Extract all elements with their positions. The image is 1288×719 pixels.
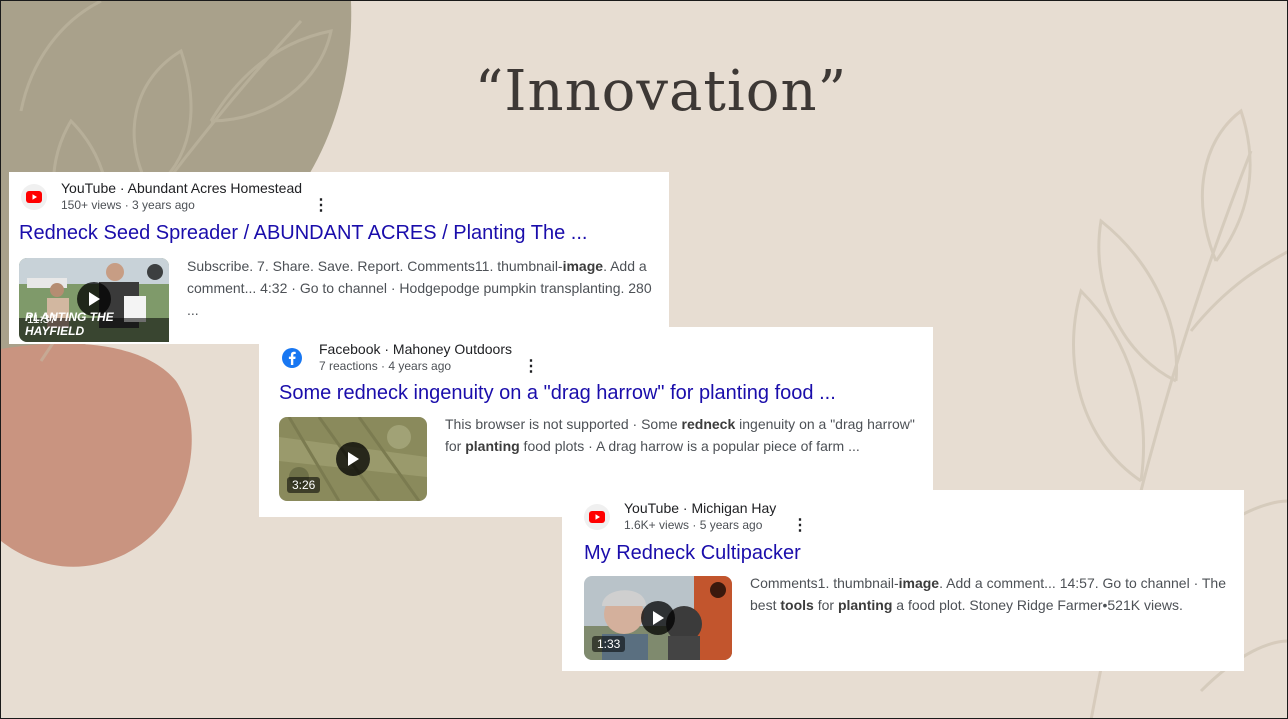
video-duration: 11:37: [27, 312, 57, 326]
more-options-icon[interactable]: ⋮: [792, 518, 808, 534]
result-title-link[interactable]: Some redneck ingenuity on a "drag harrow…: [279, 382, 836, 405]
snippet-text: This browser is not supported · Some: [445, 416, 682, 432]
source-name: YouTube · Michigan Hay: [624, 500, 777, 516]
expand-icon: [147, 264, 163, 280]
snippet-text: Subscribe. 7. Share. Save. Report. Comme…: [187, 258, 563, 274]
snippet-text: for: [813, 597, 838, 613]
snippet-text: food plots · A drag harrow is a popular …: [519, 438, 860, 454]
result-snippet: This browser is not supported · Some red…: [445, 413, 929, 457]
slide: “Innovation” YouTube · Abundant Acres Ho…: [0, 0, 1288, 719]
source-meta: 150+ views · 3 years ago: [61, 198, 195, 212]
result-source[interactable]: YouTube · Michigan Hay 1.6K+ views · 5 y…: [584, 500, 776, 534]
terracotta-blob: [1, 343, 192, 567]
snippet-text: Comments1. thumbnail-: [750, 575, 899, 591]
expand-icon: [710, 582, 726, 598]
result-title-link[interactable]: Redneck Seed Spreader / ABUNDANT ACRES /…: [19, 222, 587, 245]
youtube-icon: [584, 504, 610, 530]
video-thumbnail[interactable]: 1:33: [584, 576, 732, 660]
source-meta: 1.6K+ views · 5 years ago: [624, 518, 763, 532]
search-result-card: YouTube · Michigan Hay 1.6K+ views · 5 y…: [562, 490, 1244, 671]
result-source[interactable]: YouTube · Abundant Acres Homestead 150+ …: [21, 180, 302, 214]
snippet-highlight: tools: [780, 597, 814, 613]
play-icon[interactable]: [336, 442, 370, 476]
more-options-icon[interactable]: ⋮: [313, 198, 329, 214]
video-thumbnail[interactable]: 3:26: [279, 417, 427, 501]
result-title-link[interactable]: My Redneck Cultipacker: [584, 542, 801, 565]
video-duration: 1:33: [592, 636, 626, 652]
search-result-card: Facebook · Mahoney Outdoors 7 reactions …: [259, 327, 933, 517]
play-icon[interactable]: [641, 601, 675, 635]
snippet-highlight: planting: [837, 597, 893, 613]
source-name: YouTube · Abundant Acres Homestead: [61, 180, 303, 196]
snippet-highlight: image: [562, 258, 604, 274]
search-result-card: YouTube · Abundant Acres Homestead 150+ …: [9, 172, 669, 344]
slide-title: “Innovation”: [474, 59, 848, 124]
video-thumbnail[interactable]: PLANTING THE HAYFIELD 11:37: [19, 258, 169, 342]
source-name: Facebook · Mahoney Outdoors: [319, 341, 512, 357]
result-source[interactable]: Facebook · Mahoney Outdoors 7 reactions …: [279, 341, 512, 375]
source-meta: 7 reactions · 4 years ago: [319, 359, 452, 373]
snippet-highlight: redneck: [681, 416, 736, 432]
result-snippet: Subscribe. 7. Share. Save. Report. Comme…: [187, 255, 657, 321]
result-snippet: Comments1. thumbnail-image. Add a commen…: [750, 572, 1236, 616]
more-options-icon[interactable]: ⋮: [523, 359, 539, 375]
snippet-text: a food plot. Stoney Ridge Farmer•521K vi…: [892, 597, 1183, 613]
snippet-highlight: image: [898, 575, 940, 591]
facebook-icon: [279, 345, 305, 371]
youtube-icon: [21, 184, 47, 210]
snippet-highlight: planting: [465, 438, 520, 454]
video-duration: 3:26: [287, 477, 321, 493]
